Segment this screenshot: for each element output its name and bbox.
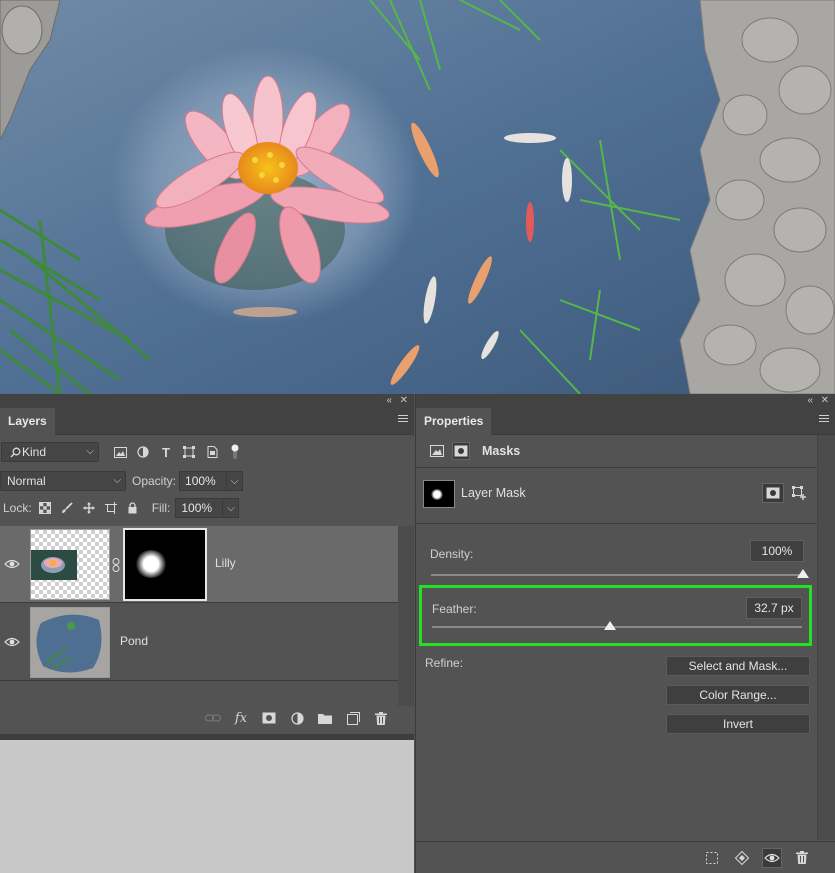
fill-chevron-icon[interactable]: ⌵: [223, 498, 240, 518]
density-slider-thumb[interactable]: [797, 569, 809, 578]
layer-list: Lilly Pond: [0, 526, 398, 681]
artboard-lock-icon[interactable]: [102, 499, 120, 517]
brush-icon[interactable]: [58, 499, 76, 517]
layers-tabbar: Layers: [0, 408, 414, 435]
layers-panel-topbar: « ✕: [0, 394, 414, 408]
opacity-label: Opacity:: [132, 474, 177, 488]
folder-icon[interactable]: [316, 710, 334, 726]
density-label: Density:: [430, 547, 474, 561]
invert-button[interactable]: Invert: [666, 714, 810, 734]
layer-row-pond[interactable]: Pond: [0, 604, 398, 681]
apply-mask-icon[interactable]: [732, 848, 752, 868]
pixel-properties-icon[interactable]: [428, 442, 446, 460]
empty-workspace: [0, 740, 414, 873]
adjustment-layer-icon[interactable]: [288, 710, 306, 726]
filter-toggle-icon[interactable]: [226, 443, 244, 461]
filter-row: Kind ⌵ T: [0, 440, 244, 464]
link-chain-icon[interactable]: [111, 556, 121, 574]
layer-mask-preview: [423, 480, 455, 508]
lock-all-icon[interactable]: [124, 499, 142, 517]
masks-section-label: Masks: [482, 444, 521, 458]
search-icon: [8, 443, 22, 461]
tab-layers[interactable]: Layers: [0, 408, 55, 435]
lock-label: Lock:: [3, 501, 32, 515]
panel-menu-icon[interactable]: [819, 415, 829, 425]
density-input[interactable]: 100%: [750, 540, 804, 562]
shape-filter-icon[interactable]: [180, 443, 198, 461]
feather-slider-track[interactable]: [432, 626, 802, 628]
blend-row: Normal ⌵ Opacity: 100% ⌵: [0, 469, 244, 493]
trash-icon[interactable]: [372, 710, 390, 726]
collapse-icon[interactable]: «: [807, 395, 813, 407]
move-icon[interactable]: [80, 499, 98, 517]
lock-row: Lock: Fill: 100% ⌵: [0, 496, 240, 520]
layer-mask-row: Layer Mask: [416, 468, 818, 524]
properties-panel: « ✕ Properties Masks Layer Mask Density:…: [415, 394, 835, 873]
smart-object-filter-icon[interactable]: [203, 443, 221, 461]
layer-name-lilly: Lilly: [215, 556, 236, 570]
panel-menu-icon[interactable]: [398, 415, 408, 425]
add-mask-icon[interactable]: [260, 710, 278, 726]
select-and-mask-button[interactable]: Select and Mask...: [666, 656, 810, 676]
type-filter-icon[interactable]: T: [157, 443, 175, 461]
add-vector-mask-icon[interactable]: [788, 483, 810, 503]
new-layer-icon[interactable]: [344, 710, 362, 726]
close-panel-icon[interactable]: ✕: [821, 395, 829, 407]
delete-mask-icon[interactable]: [792, 848, 812, 868]
layer-thumbnail-pond: [30, 607, 110, 678]
layer-name-pond: Pond: [120, 634, 149, 648]
pixel-filter-icon[interactable]: [111, 443, 129, 461]
layers-footer: fx: [0, 706, 414, 730]
refine-label: Refine:: [425, 656, 464, 670]
adjustment-filter-icon[interactable]: [134, 443, 152, 461]
layers-scrollbar[interactable]: [398, 526, 414, 706]
blend-mode-dropdown[interactable]: Normal ⌵: [0, 471, 126, 491]
fill-label: Fill:: [151, 501, 171, 515]
visibility-eye-icon[interactable]: [4, 634, 20, 650]
properties-panel-topbar: « ✕: [416, 394, 835, 408]
layers-panel: « ✕ Layers Kind ⌵ T Normal ⌵ Opacity: 10…: [0, 394, 414, 734]
properties-scrollbar[interactable]: [817, 435, 835, 840]
properties-subheader: Masks: [416, 435, 835, 468]
properties-tabbar: Properties: [416, 408, 835, 435]
density-slider-track[interactable]: [431, 574, 803, 576]
close-panel-icon[interactable]: ✕: [400, 395, 408, 407]
layer-mask-title: Layer Mask: [461, 486, 526, 500]
load-selection-icon[interactable]: [702, 848, 722, 868]
feather-input[interactable]: 32.7 px: [746, 597, 802, 619]
opacity-chevron-icon[interactable]: ⌵: [227, 471, 244, 491]
blend-mode-value: Normal: [7, 474, 46, 488]
fx-icon[interactable]: fx: [232, 710, 250, 726]
feather-label: Feather:: [432, 602, 477, 616]
tab-properties[interactable]: Properties: [416, 408, 492, 435]
layer-row-lilly[interactable]: Lilly: [0, 526, 398, 603]
toggle-mask-visibility-icon[interactable]: [762, 847, 782, 868]
feather-control: Feather: 32.7 px: [419, 585, 812, 646]
document-canvas[interactable]: [0, 0, 835, 394]
layer-mask-thumbnail[interactable]: [123, 528, 207, 601]
layer-thumbnail-lilly: [30, 529, 110, 600]
pond-image: [0, 0, 835, 394]
feather-slider-thumb[interactable]: [603, 621, 616, 630]
visibility-eye-icon[interactable]: [4, 556, 20, 572]
mask-properties-icon[interactable]: [452, 442, 470, 460]
properties-footer: [416, 841, 835, 873]
link-layers-icon[interactable]: [204, 710, 222, 726]
color-range-button[interactable]: Color Range...: [666, 685, 810, 705]
chevron-down-icon: ⌵: [113, 475, 121, 486]
lock-transparent-pixels-icon[interactable]: [36, 499, 54, 517]
collapse-icon[interactable]: «: [386, 395, 392, 407]
opacity-input[interactable]: 100%: [179, 471, 228, 491]
select-pixel-mask-icon[interactable]: [762, 483, 784, 503]
filter-kind-dropdown[interactable]: Kind ⌵: [1, 442, 99, 462]
chevron-down-icon: ⌵: [86, 446, 94, 457]
fill-input[interactable]: 100%: [175, 498, 224, 518]
filter-kind-value: Kind: [22, 445, 47, 459]
